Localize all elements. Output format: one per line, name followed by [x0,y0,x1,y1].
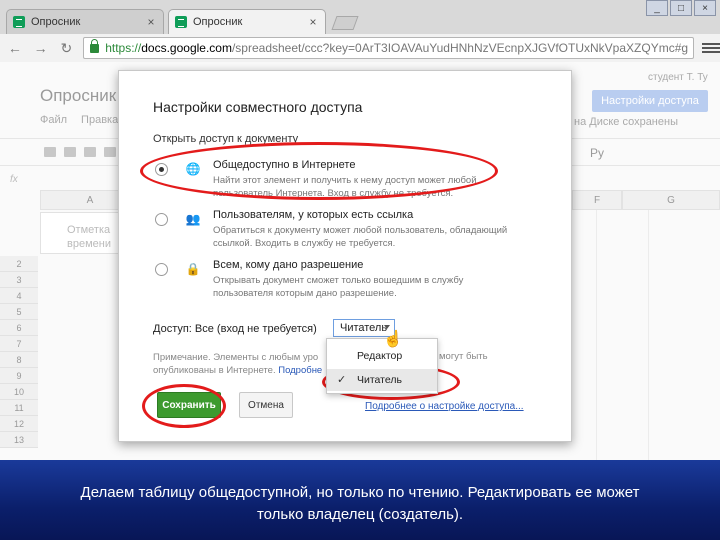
cell-a1[interactable]: Отметка времени [40,212,120,254]
radio-public[interactable] [155,163,168,176]
share-settings-button[interactable]: Настройки доступа [592,90,708,112]
row-number[interactable]: 6 [0,320,38,336]
row-number[interactable]: 2 [0,256,38,272]
browser-chrome: Опросник × Опросник × _ □ × ← → ↻ https:… [0,0,720,62]
ssl-lock-icon [90,38,100,53]
note-text-tail: могут быть [439,351,488,362]
option-description: Найти этот элемент и получить к нему дос… [213,175,477,199]
minimize-icon[interactable]: _ [646,0,668,16]
menu-edit[interactable]: Правка [81,114,118,126]
formula-bar-label: fx [10,174,18,185]
saved-status: на Диске сохранены [574,116,678,128]
link-users-icon: 👥 [185,212,201,226]
learn-more-link[interactable]: Подробнее о настройке доступа... [365,401,524,412]
caption-line-1: Делаем таблицу общедоступной, но только … [80,484,640,501]
print-icon[interactable] [44,147,56,157]
option-public[interactable]: 🌐 Общедоступно в Интернете Найти этот эл… [155,159,555,199]
column-header-f[interactable]: F [572,190,622,210]
option-private[interactable]: 🔒 Всем, кому дано разрешение Открывать д… [155,259,555,299]
font-selector[interactable]: Ру [590,146,604,160]
row-number[interactable]: 11 [0,400,38,416]
row-number[interactable]: 10 [0,384,38,400]
back-icon[interactable]: ← [6,39,24,57]
redo-icon[interactable] [84,147,96,157]
address-bar[interactable]: https:// docs.google.com /spreadsheet/cc… [83,37,695,59]
radio-link[interactable] [155,213,168,226]
tab-close-icon[interactable]: × [307,15,319,29]
caption-line-2: только владелец (создатель). [256,506,464,523]
dropdown-item-editor[interactable]: Редактор [327,345,437,367]
note-text: Примечание. Элементы с любым уро опублик… [153,351,333,377]
lock-icon: 🔒 [185,262,201,276]
row-number[interactable]: 3 [0,272,38,288]
slide-caption: Делаем таблицу общедоступной, но только … [0,460,720,540]
sheets-favicon-icon [13,16,25,28]
browser-tab-1[interactable]: Опросник × [6,9,164,34]
access-label: Доступ: Все (вход не требуется) [153,323,317,335]
save-button[interactable]: Сохранить [157,392,221,418]
row-number[interactable]: 12 [0,416,38,432]
document-title[interactable]: Опросник [40,86,116,106]
grid-line [648,210,649,460]
browser-menu-icon[interactable] [702,39,720,57]
option-link[interactable]: 👥 Пользователям, у которых есть ссылка О… [155,209,555,249]
dropdown-item-reader[interactable]: ✓ Читатель [327,369,437,391]
url-path: /spreadsheet/ccc?key=0ArT3IOAVAuYudHNhNz… [231,41,689,55]
maximize-icon[interactable]: □ [670,0,692,16]
cancel-button[interactable]: Отмена [239,392,293,418]
tab-title: Опросник [31,16,81,28]
option-description: Обратиться к документу может любой польз… [213,225,508,249]
window-controls: _ □ × [646,0,716,16]
new-tab-button[interactable] [331,16,359,30]
checkmark-icon: ✓ [337,374,347,386]
browser-toolbar: ← → ↻ https:// docs.google.com /spreadsh… [0,34,720,62]
tab-close-icon[interactable]: × [145,15,157,29]
row-number[interactable]: 5 [0,304,38,320]
url-host: docs.google.com [141,41,232,55]
option-title: Всем, кому дано разрешение [213,259,364,271]
option-title: Общедоступно в Интернете [213,159,356,171]
dropdown-item-label: Читатель [357,374,402,386]
close-window-icon[interactable]: × [694,0,716,16]
note-more-link[interactable]: Подробне [278,365,322,376]
undo-icon[interactable] [64,147,76,157]
tab-title: Опросник [193,16,243,28]
option-description: Открывать документ сможет только вошедши… [213,275,464,299]
row-number[interactable]: 13 [0,432,38,448]
globe-icon: 🌐 [185,162,201,176]
radio-private[interactable] [155,263,168,276]
url-scheme: https:// [105,41,142,55]
row-number[interactable]: 7 [0,336,38,352]
row-number[interactable]: 8 [0,352,38,368]
forward-icon[interactable]: → [32,39,50,57]
browser-tab-2[interactable]: Опросник × [168,9,326,34]
dialog-subtitle: Открыть доступ к документу [153,133,299,145]
row-number[interactable]: 4 [0,288,38,304]
sheet-menubar: Файл Правка [40,114,118,126]
user-name: студент Т. Ту [648,72,708,83]
hand-cursor-icon: ☝ [383,331,403,348]
reload-icon[interactable]: ↻ [57,39,75,57]
grid-line [596,210,597,460]
sheets-favicon-icon [175,16,187,28]
row-number[interactable]: 9 [0,368,38,384]
option-title: Пользователям, у которых есть ссылка [213,209,414,221]
access-level-value: Читатель [340,322,388,334]
column-header-g[interactable]: G [622,190,720,210]
dialog-title: Настройки совместного доступа [153,99,363,115]
paint-format-icon[interactable] [104,147,116,157]
menu-file[interactable]: Файл [40,114,67,126]
access-level-dropdown: Редактор ✓ Читатель [326,338,438,394]
